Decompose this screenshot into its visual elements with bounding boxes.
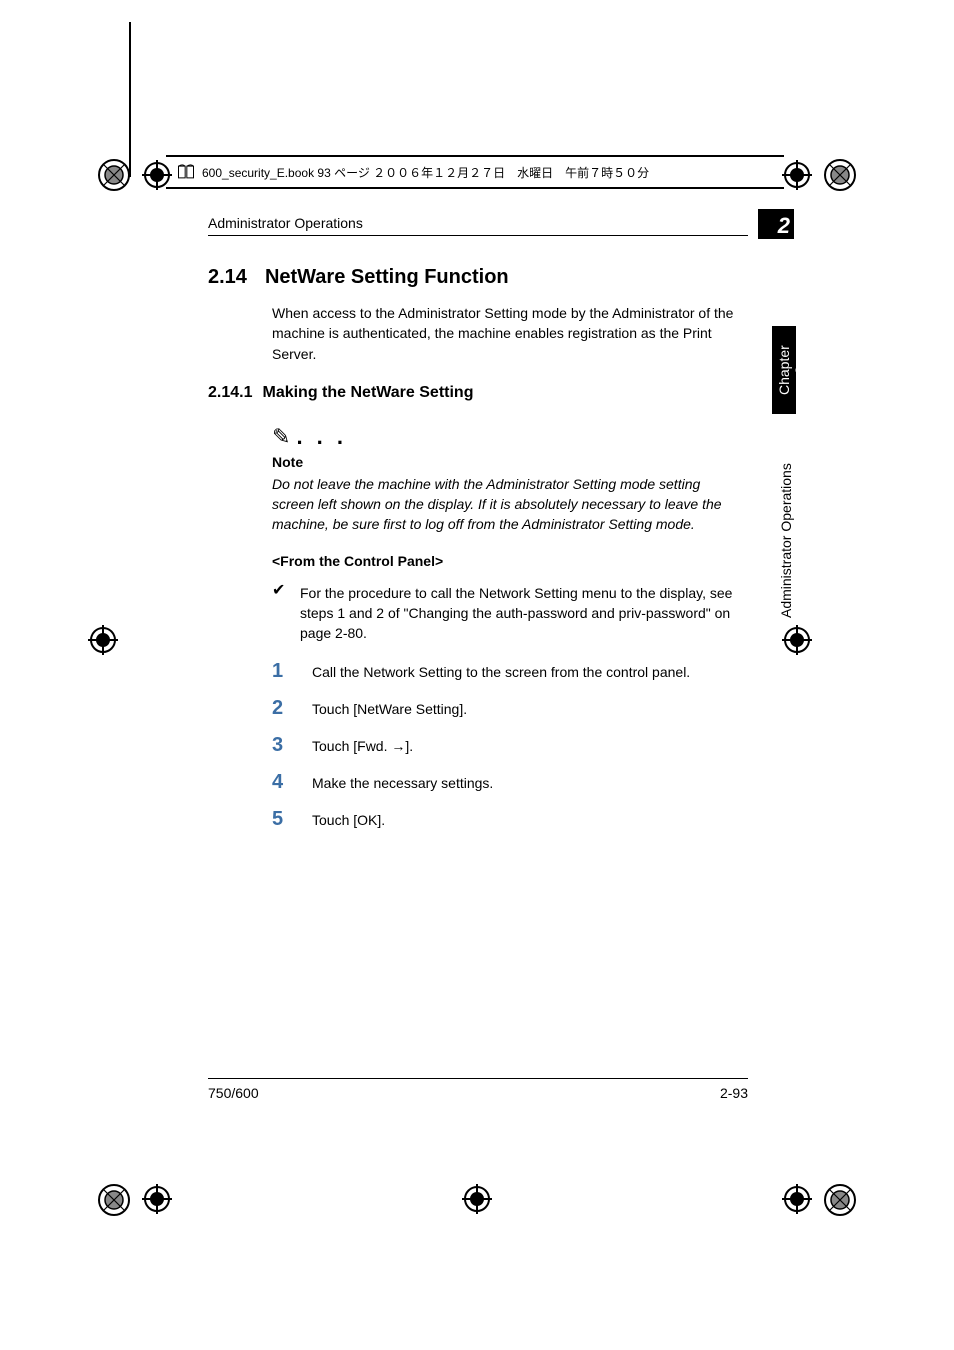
section-number: 2.14 bbox=[208, 266, 247, 289]
step-row: 5 Touch [OK]. bbox=[272, 808, 742, 831]
reg-cross-icon bbox=[782, 160, 812, 190]
section-heading: 2.14 NetWare Setting Function bbox=[208, 266, 748, 289]
footer-left: 750/600 bbox=[208, 1085, 259, 1101]
checklist-text: For the procedure to call the Network Se… bbox=[300, 583, 742, 644]
note-label: Note bbox=[272, 454, 742, 470]
side-chapter-tab: Chapter 2 bbox=[772, 326, 796, 414]
step-row: 2 Touch [NetWare Setting]. bbox=[272, 697, 742, 720]
page: 600_security_E.book 93 ページ ２００６年１２月２７日 水… bbox=[0, 0, 954, 1350]
subsection-number: 2.14.1 bbox=[208, 384, 252, 402]
panel-subhead: <From the Control Panel> bbox=[272, 553, 748, 569]
side-section-label: Administrator Operations bbox=[778, 438, 794, 618]
step-number: 5 bbox=[272, 808, 290, 831]
subsection-heading: 2.14.1 Making the NetWare Setting bbox=[208, 384, 748, 402]
step-number: 3 bbox=[272, 734, 290, 757]
step-text: Touch [Fwd. →]. bbox=[312, 738, 413, 754]
step-number: 4 bbox=[272, 771, 290, 794]
reg-mark-icon bbox=[822, 1182, 858, 1218]
reg-vbar bbox=[129, 22, 131, 177]
step-row: 1 Call the Network Setting to the screen… bbox=[272, 660, 742, 683]
reg-cross-icon bbox=[782, 625, 812, 655]
checklist-row: ✔ For the procedure to call the Network … bbox=[272, 583, 742, 644]
section-intro: When access to the Administrator Setting… bbox=[272, 303, 742, 364]
reg-cross-icon bbox=[88, 625, 118, 655]
reg-mark-icon bbox=[822, 157, 858, 193]
book-icon bbox=[176, 162, 196, 182]
section-title: NetWare Setting Function bbox=[265, 266, 509, 289]
docfile-header: 600_security_E.book 93 ページ ２００６年１２月２７日 水… bbox=[166, 155, 784, 189]
docfile-text: 600_security_E.book 93 ページ ２００６年１２月２７日 水… bbox=[202, 164, 649, 181]
check-icon: ✔ bbox=[272, 583, 288, 644]
step-text: Touch [OK]. bbox=[312, 812, 385, 828]
running-head: Administrator Operations bbox=[208, 215, 748, 231]
step-number: 1 bbox=[272, 660, 290, 683]
step-text: Call the Network Setting to the screen f… bbox=[312, 664, 690, 680]
note-text: Do not leave the machine with the Admini… bbox=[272, 474, 742, 535]
step-text: Make the necessary settings. bbox=[312, 775, 493, 791]
step-text: Touch [NetWare Setting]. bbox=[312, 701, 467, 717]
note-dots: . . . bbox=[296, 424, 347, 450]
page-footer: 750/600 2-93 bbox=[208, 1078, 748, 1101]
subsection-title: Making the NetWare Setting bbox=[262, 384, 473, 402]
chapter-number-box: 2 bbox=[758, 209, 794, 239]
note-block: ✎ . . . Note Do not leave the machine wi… bbox=[272, 424, 742, 535]
step-row: 3 Touch [Fwd. →]. bbox=[272, 734, 742, 757]
footer-right: 2-93 bbox=[720, 1085, 748, 1101]
note-icon: ✎ bbox=[272, 424, 290, 450]
reg-cross-icon bbox=[782, 1184, 812, 1214]
reg-mark-icon bbox=[96, 157, 132, 193]
reg-mark-icon bbox=[96, 1182, 132, 1218]
reg-cross-icon bbox=[462, 1184, 492, 1214]
rule bbox=[208, 235, 748, 236]
note-icon-row: ✎ . . . bbox=[272, 424, 742, 450]
content-area: Administrator Operations 2 2.14 NetWare … bbox=[208, 215, 748, 845]
step-number: 2 bbox=[272, 697, 290, 720]
step-row: 4 Make the necessary settings. bbox=[272, 771, 742, 794]
reg-cross-icon bbox=[142, 1184, 172, 1214]
